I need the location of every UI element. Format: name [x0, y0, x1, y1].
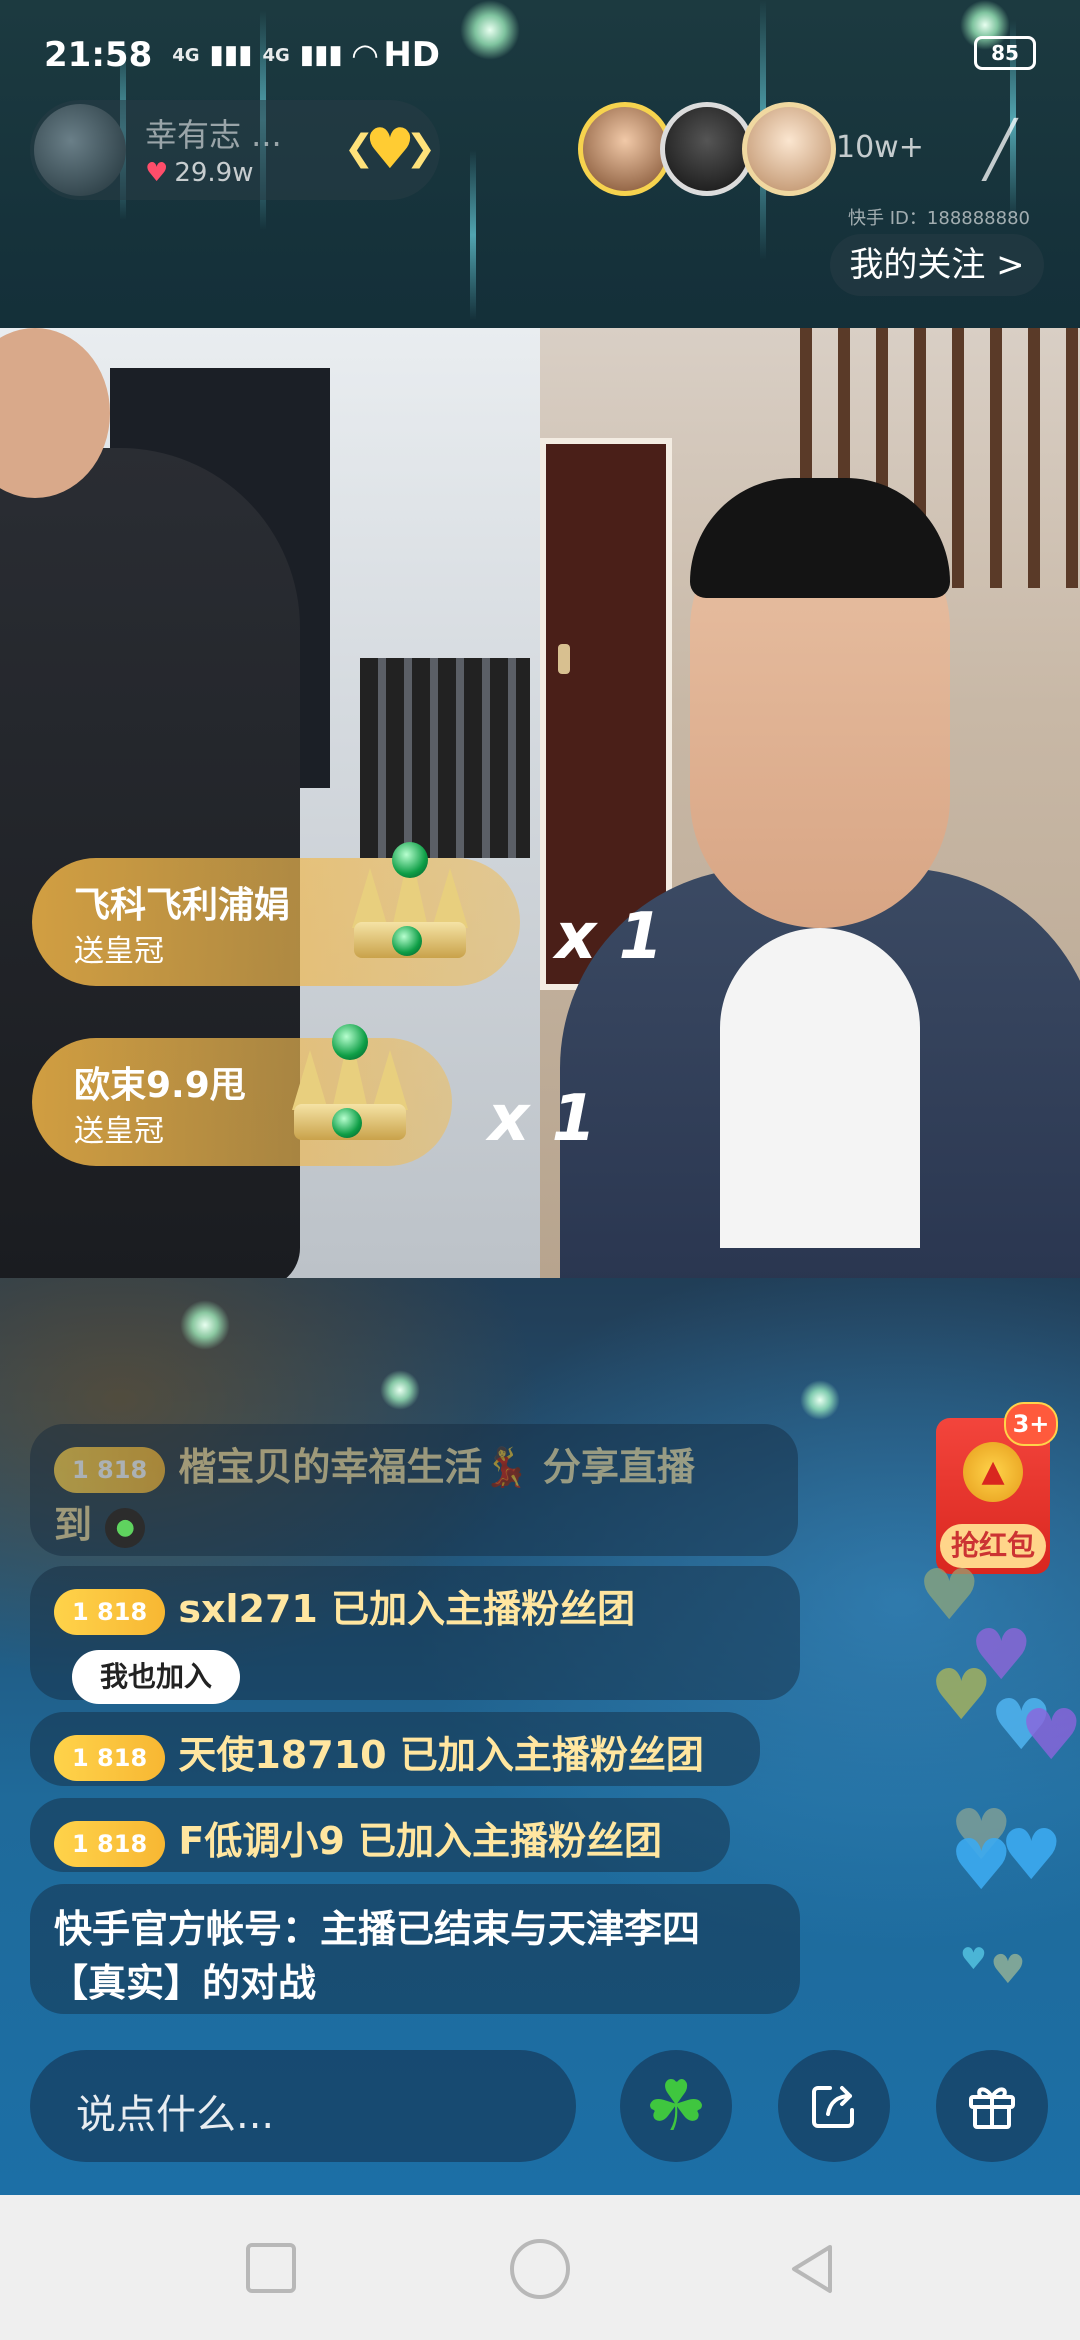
chat-message[interactable]: 1 818 F低调小9 已加入主播粉丝团	[30, 1798, 730, 1872]
signal-icon: 4G	[172, 44, 200, 66]
red-packet-coin-icon: ▲	[963, 1442, 1023, 1502]
wechat-icon: ●	[105, 1507, 146, 1548]
chat-text: sxl271 已加入主播粉丝团	[178, 1587, 636, 1631]
crown-spike	[432, 868, 468, 928]
video-pane-right[interactable]	[540, 328, 1080, 1278]
host-likes-count: 29.9w	[174, 158, 254, 188]
gift-action: 送皇冠	[74, 1114, 164, 1149]
crown-spike	[352, 868, 388, 928]
chat-line: 到 ●	[54, 1494, 146, 1549]
gift-multiplier: x 1	[488, 1082, 597, 1156]
sparkle-streak	[470, 150, 476, 320]
viewer-count[interactable]: 10w+	[836, 130, 924, 165]
comment-input[interactable]: 说点什么...	[30, 2050, 576, 2162]
my-follow-button[interactable]: 我的关注 >	[830, 234, 1044, 296]
chat-message[interactable]: 快手官方帐号：主播已结束与天津李四 【真实】的对战	[30, 1884, 800, 2014]
live-stream-stage: 21:58 4G ▮▮▮ 4G ▮▮▮ ◠ HD 85 幸有志 ... ♥ 29.…	[0, 0, 1080, 2195]
clover-button[interactable]: ☘	[620, 2050, 732, 2162]
kuaishou-id: 快手 ID：188888880	[848, 208, 1030, 229]
chat-line: 1 818 楷宝贝的幸福生活💃 分享直播	[54, 1436, 695, 1493]
join-fan-club-button[interactable]: 我也加入	[72, 1650, 240, 1704]
chat-line: 1 818 F低调小9 已加入主播粉丝团	[54, 1810, 662, 1867]
signal-icon-2: 4G	[262, 44, 290, 66]
chat-line: 1 818 sxl271 已加入主播粉丝团	[54, 1578, 635, 1635]
chat-line: 快手官方帐号：主播已结束与天津李四	[54, 1907, 701, 1951]
clover-icon: ☘	[644, 2065, 708, 2147]
floating-heart-icon: ♥	[960, 1942, 987, 1977]
recent-apps-button[interactable]	[246, 2243, 296, 2293]
gift-sender: 飞科飞利浦娟	[74, 885, 291, 926]
gift-icon	[969, 2087, 1015, 2129]
sparkle	[180, 1300, 230, 1350]
floating-heart-icon: ♥	[950, 1824, 1013, 1906]
wing-left-icon: ❮	[344, 128, 375, 169]
status-bar: 21:58 4G ▮▮▮ 4G ▮▮▮ ◠ HD 85	[44, 30, 1036, 80]
streamer-right-shirt	[720, 928, 920, 1248]
hd-indicator: HD	[383, 35, 441, 75]
status-time: 21:58	[44, 35, 153, 75]
top-viewers[interactable]	[578, 102, 836, 196]
chat-message[interactable]: 1 818 楷宝贝的幸福生活💃 分享直播 到 ●	[30, 1424, 798, 1556]
red-packet-button[interactable]: ▲ 抢红包 3+	[936, 1402, 1058, 1574]
door-handle	[558, 644, 570, 674]
signal-bars-icon-2: ▮▮▮	[299, 40, 343, 70]
chat-line: 【真实】的对战	[50, 1961, 317, 2005]
chat-text: 天使18710 已加入主播粉丝团	[178, 1733, 704, 1777]
signal-bars-icon: ▮▮▮	[209, 40, 253, 70]
chat-message[interactable]: 1 818 天使18710 已加入主播粉丝团	[30, 1712, 760, 1786]
host-name: 幸有志 ...	[145, 116, 282, 154]
crown-gem	[392, 842, 428, 878]
viewer-avatar[interactable]	[660, 102, 754, 196]
share-icon	[812, 2086, 854, 2128]
fan-club-heart-button[interactable]: ❮ ♥ ❯	[344, 114, 436, 184]
share-button[interactable]	[778, 2050, 890, 2162]
viewer-avatar[interactable]	[742, 102, 836, 196]
sparkle	[800, 1380, 840, 1420]
chat-text: 楷宝贝的幸福生活💃 分享直播	[178, 1445, 695, 1489]
crown-gem	[332, 1024, 368, 1060]
home-button[interactable]	[510, 2239, 570, 2299]
system-navigation-bar	[0, 2195, 1080, 2340]
background-clothes-rack	[360, 658, 530, 858]
floating-heart-icon: ♥	[990, 1947, 1026, 1993]
level-badge: 1 818	[54, 1820, 166, 1867]
gift-sender: 欧束9.9甩	[74, 1065, 246, 1106]
gift-action: 送皇冠	[74, 934, 164, 969]
wing-right-icon: ❯	[405, 128, 436, 169]
host-avatar[interactable]	[34, 104, 126, 196]
chat-line: 1 818 天使18710 已加入主播粉丝团	[54, 1724, 704, 1781]
host-likes: ♥ 29.9w	[145, 158, 253, 188]
crown-spike	[372, 1050, 408, 1110]
viewer-avatar[interactable]	[578, 102, 672, 196]
crown-gem	[392, 926, 422, 956]
gift-multiplier: x 1	[555, 900, 664, 974]
red-packet-badge: 3+	[1004, 1402, 1058, 1446]
wifi-icon: ◠	[352, 36, 378, 74]
floating-heart-icon: ♥	[930, 1654, 993, 1736]
level-badge: 1 818	[54, 1734, 166, 1781]
comment-placeholder: 说点什么...	[76, 2092, 275, 2138]
back-button[interactable]	[782, 2239, 842, 2299]
level-badge: 1 818	[54, 1446, 166, 1493]
floating-heart-icon: ♥	[1020, 1694, 1080, 1776]
chat-text: F低调小9 已加入主播粉丝团	[178, 1819, 663, 1863]
gift-button[interactable]	[936, 2050, 1048, 2162]
level-badge: 1 818	[54, 1588, 166, 1635]
close-icon[interactable]: ╱	[970, 120, 1030, 180]
chat-text-cont: 到	[54, 1503, 93, 1547]
sparkle	[380, 1370, 420, 1410]
crown-spike	[292, 1050, 328, 1110]
host-info-pill[interactable]: 幸有志 ... ♥ 29.9w ❮ ♥ ❯	[30, 100, 440, 200]
crown-icon	[280, 1020, 420, 1150]
chat-message[interactable]: 1 818 sxl271 已加入主播粉丝团 我也加入	[30, 1566, 800, 1704]
crown-icon	[340, 838, 480, 968]
heart-icon: ♥	[145, 158, 169, 188]
crown-gem	[332, 1108, 362, 1138]
battery-icon: 85	[974, 36, 1036, 70]
